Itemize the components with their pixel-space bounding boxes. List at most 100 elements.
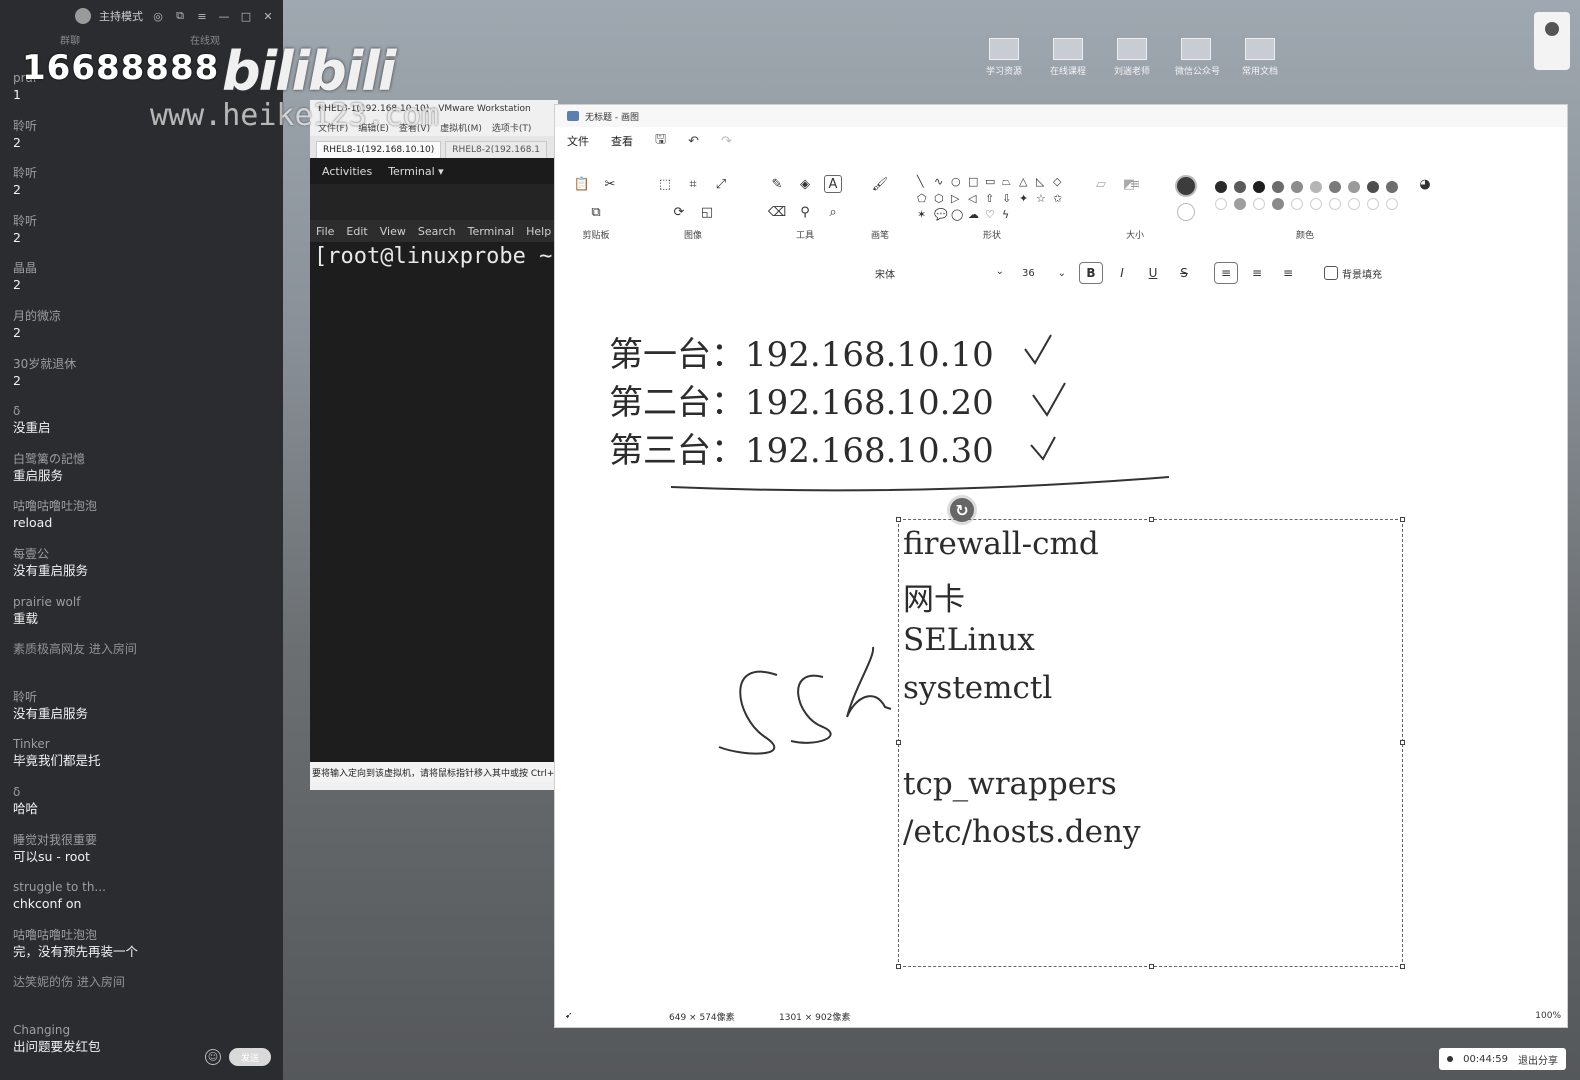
pencil-icon[interactable]: ✎ xyxy=(768,175,786,193)
chat-username[interactable]: 达笑妮的伤 进入房间 xyxy=(13,974,277,990)
chat-username[interactable]: δ xyxy=(13,403,277,419)
color-swatch[interactable] xyxy=(1386,198,1398,210)
chat-username[interactable]: 聆听 xyxy=(13,213,277,229)
color-swatch[interactable] xyxy=(1367,198,1379,210)
activities-button[interactable]: Activities xyxy=(322,165,372,178)
rotate-icon[interactable]: ⟳ xyxy=(670,203,688,221)
redo-icon[interactable]: ↷ xyxy=(721,134,732,149)
resize-handle[interactable] xyxy=(896,517,901,522)
terminal-menu-item[interactable]: View xyxy=(380,225,406,238)
color-swatch[interactable] xyxy=(1234,198,1246,210)
terminal-menu-item[interactable]: File xyxy=(316,225,334,238)
terminal-output[interactable]: [root@linuxprobe ~ xyxy=(310,242,558,762)
menu-icon[interactable]: ≡ xyxy=(195,9,209,23)
color-2-swatch[interactable] xyxy=(1177,203,1195,221)
chat-username[interactable]: 每壹公 xyxy=(13,546,277,562)
color-swatch[interactable] xyxy=(1291,198,1303,210)
resize-handle[interactable] xyxy=(1400,964,1405,969)
chat-username[interactable]: prairie wolf xyxy=(13,594,277,610)
line-size-icon[interactable]: ≡ xyxy=(1126,175,1144,193)
vmware-menu-item[interactable]: 虚拟机(M) xyxy=(440,121,482,134)
background-fill-checkbox[interactable] xyxy=(1324,266,1338,280)
resize-icon[interactable]: ⤢ xyxy=(712,175,730,193)
resize-handle[interactable] xyxy=(1149,517,1154,522)
chat-username[interactable]: Tinker xyxy=(13,736,277,752)
image-select-icon[interactable]: ◱ xyxy=(698,203,716,221)
chat-username[interactable]: 睡觉对我很重要 xyxy=(13,832,277,848)
color-swatch[interactable] xyxy=(1348,181,1360,193)
color-swatch[interactable] xyxy=(1310,198,1322,210)
color-swatch[interactable] xyxy=(1253,181,1265,193)
fill-icon[interactable]: ◈ xyxy=(796,175,814,193)
outline-icon[interactable]: ▱ xyxy=(1092,175,1110,193)
color-swatch[interactable] xyxy=(1367,181,1379,193)
terminal-menu-item[interactable]: Terminal xyxy=(468,225,515,238)
color-swatch[interactable] xyxy=(1253,198,1265,210)
tab-group-chat[interactable]: 群聊 xyxy=(60,32,80,47)
settings-icon[interactable]: ◎ xyxy=(151,9,165,23)
terminal-menu-item[interactable]: Search xyxy=(418,225,456,238)
desktop-shortcut[interactable]: 在线课程 xyxy=(1047,38,1089,77)
align-left-button[interactable]: ≡ xyxy=(1214,262,1238,284)
color-swatch[interactable] xyxy=(1329,198,1341,210)
emoji-icon[interactable]: ☺ xyxy=(205,1049,221,1065)
vmware-menu-item[interactable]: 选项卡(T) xyxy=(492,121,532,134)
copy-icon[interactable]: ⧉ xyxy=(587,203,605,221)
color-swatch[interactable] xyxy=(1234,181,1246,193)
resize-handle[interactable] xyxy=(1400,517,1405,522)
chat-username[interactable]: 聆听 xyxy=(13,165,277,181)
chat-username[interactable]: 素质极高网友 进入房间 xyxy=(13,641,277,657)
font-dropdown[interactable]: 宋体 ⌄ xyxy=(875,266,1010,281)
text-box[interactable]: firewall-cmd 网卡 SELinux systemctl tcp_wr… xyxy=(896,517,1405,969)
undo-icon[interactable]: ↶ xyxy=(688,134,699,149)
menu-file[interactable]: 文件 xyxy=(567,133,589,149)
italic-button[interactable]: I xyxy=(1110,262,1134,284)
zoom-level[interactable]: 100% xyxy=(1535,1011,1561,1021)
maximize-icon[interactable]: □ xyxy=(239,9,253,23)
terminal-menu-item[interactable]: Edit xyxy=(346,225,367,238)
underline-button[interactable]: U xyxy=(1141,262,1165,284)
close-icon[interactable]: ✕ xyxy=(261,9,275,23)
align-center-button[interactable]: ≡ xyxy=(1245,262,1269,284)
paint-canvas[interactable]: 第一台：192.168.10.10 第二台：192.168.10.20 第三台：… xyxy=(555,317,1567,1003)
chat-username[interactable]: Changing xyxy=(13,1022,277,1038)
font-size-dropdown[interactable]: 36 ⌄ xyxy=(1022,268,1072,279)
resize-handle[interactable] xyxy=(896,740,901,745)
current-colors[interactable] xyxy=(1175,175,1197,221)
crop-icon[interactable]: ⌗ xyxy=(684,175,702,193)
color-swatch[interactable] xyxy=(1310,181,1322,193)
tab-online[interactable]: 在线观 xyxy=(190,32,220,47)
color-1-swatch[interactable] xyxy=(1175,175,1197,197)
cut-icon[interactable]: ✂ xyxy=(601,175,619,193)
desktop-shortcut[interactable]: 微信公众号 xyxy=(1175,38,1220,77)
color-swatch[interactable] xyxy=(1329,181,1341,193)
chat-username[interactable]: 30岁就退休 xyxy=(13,356,277,372)
resize-handle[interactable] xyxy=(1149,964,1154,969)
eraser-icon[interactable]: ⌫ xyxy=(768,203,786,221)
color-swatch[interactable] xyxy=(1215,181,1227,193)
magnifier-icon[interactable]: ⌕ xyxy=(824,203,842,221)
select-icon[interactable]: ⬚ xyxy=(656,175,674,193)
paste-icon[interactable]: 📋 xyxy=(573,175,591,193)
chat-username[interactable]: struggle to th... xyxy=(13,879,277,895)
minimize-icon[interactable]: — xyxy=(217,9,231,23)
send-button[interactable]: 发送 xyxy=(229,1048,271,1066)
color-swatch[interactable] xyxy=(1386,181,1398,193)
tab-rhel8-1[interactable]: RHEL8-1(192.168.10.10) xyxy=(316,141,442,158)
bold-button[interactable]: B xyxy=(1079,262,1103,284)
color-swatch[interactable] xyxy=(1272,181,1284,193)
save-icon[interactable]: 🖫 xyxy=(655,130,666,152)
color-picker-icon[interactable]: ⚲ xyxy=(796,203,814,221)
color-swatch[interactable] xyxy=(1291,181,1303,193)
brush-icon[interactable]: 🖌 xyxy=(871,175,889,193)
chat-username[interactable]: 咕噜咕噜吐泡泡 xyxy=(13,927,277,943)
chat-username[interactable]: 月的微凉 xyxy=(13,308,277,324)
color-swatch[interactable] xyxy=(1348,198,1360,210)
shape-gallery[interactable]: ╲ ∿ ○ □ ▭ ⏢ △ ◺ ◇ ⬠ ⬡ ▷ ◁ ⇧ ⇩ ✦ ☆ ✩ ✶ 💬 ◯ ☁ ♡ ϟ xyxy=(917,159,1067,221)
chat-username[interactable]: 晶晶 xyxy=(13,260,277,276)
align-right-button[interactable]: ≡ xyxy=(1276,262,1300,284)
strikethrough-button[interactable]: S xyxy=(1172,262,1196,284)
desktop-shortcut[interactable]: 刘遄老师 xyxy=(1111,38,1153,77)
color-swatch[interactable] xyxy=(1272,198,1284,210)
background-fill-toggle[interactable]: 背景填充 xyxy=(1324,266,1382,281)
